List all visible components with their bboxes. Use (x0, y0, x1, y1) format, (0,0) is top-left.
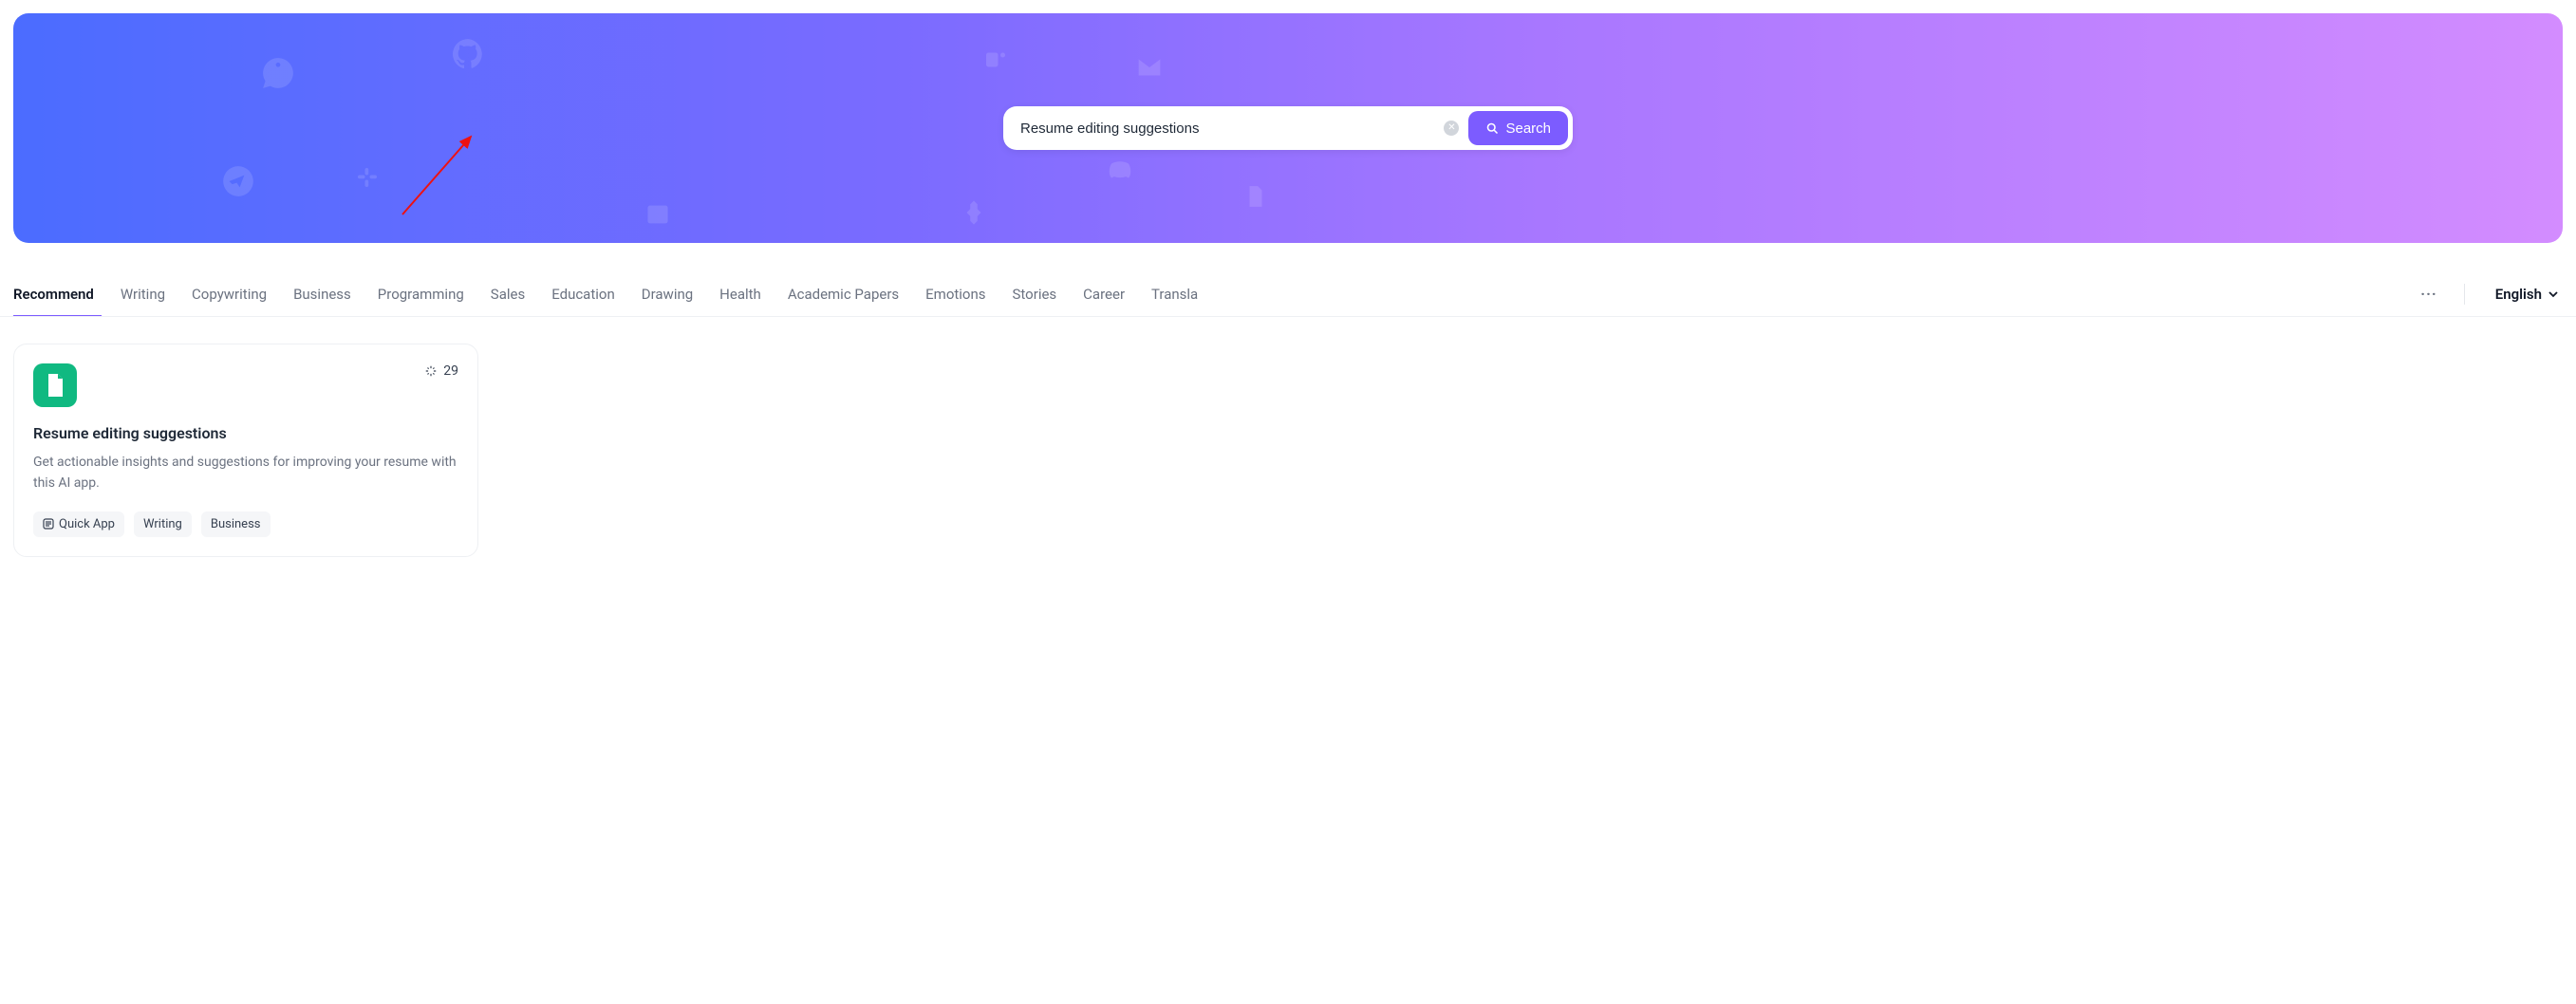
gmail-icon (1133, 51, 1166, 84)
card-description: Get actionable insights and suggestions … (33, 452, 458, 494)
tab-sales[interactable]: Sales (491, 272, 525, 316)
tag-writing: Writing (134, 511, 192, 537)
github-icon (450, 36, 486, 72)
search-icon (1485, 121, 1500, 136)
search-button[interactable]: Search (1468, 111, 1568, 145)
card-tags: Quick App Writing Business (33, 511, 458, 537)
card-title: Resume editing suggestions (33, 424, 458, 442)
close-icon: ✕ (1447, 123, 1455, 133)
slack-icon (353, 163, 382, 192)
card-header: 29 (33, 363, 458, 407)
tab-stories[interactable]: Stories (1013, 272, 1057, 316)
openai-icon (960, 198, 988, 227)
more-tabs-button[interactable]: ··· (2420, 271, 2436, 316)
tag-label: Business (211, 517, 261, 531)
discord-icon (1103, 154, 1137, 188)
sheets-icon (1243, 182, 1268, 211)
tag-quick-app: Quick App (33, 511, 124, 537)
annotation-arrow (393, 121, 488, 226)
tab-programming[interactable]: Programming (378, 272, 464, 316)
tab-business[interactable]: Business (293, 272, 351, 316)
hero-banner: ✕ Search (13, 13, 2563, 243)
category-tabs: Recommend Writing Copywriting Business P… (13, 272, 2394, 316)
language-label: English (2495, 286, 2542, 303)
tab-drawing[interactable]: Drawing (642, 272, 693, 316)
tag-label: Quick App (59, 517, 115, 531)
document-icon (33, 363, 77, 407)
usage-count: 29 (424, 363, 458, 379)
category-row: Recommend Writing Copywriting Business P… (0, 271, 2576, 317)
tab-career[interactable]: Career (1083, 272, 1125, 316)
tab-copywriting[interactable]: Copywriting (192, 272, 267, 316)
language-select[interactable]: English (2492, 272, 2563, 316)
tab-recommend[interactable]: Recommend (13, 272, 94, 316)
tab-education[interactable]: Education (551, 272, 615, 316)
tab-health[interactable]: Health (719, 272, 761, 316)
tab-writing[interactable]: Writing (121, 272, 165, 316)
tab-translate[interactable]: Transla (1151, 272, 1198, 316)
chevron-down-icon (2548, 288, 2559, 300)
tab-academic-papers[interactable]: Academic Papers (788, 272, 899, 316)
search-bar: ✕ Search (1003, 106, 1573, 150)
search-input[interactable] (1020, 121, 1434, 137)
teams-icon (981, 46, 1010, 74)
telegram-icon (220, 163, 256, 199)
excel-icon (644, 201, 671, 228)
divider (2464, 284, 2465, 305)
search-button-label: Search (1505, 121, 1551, 137)
clear-button[interactable]: ✕ (1444, 121, 1459, 136)
app-icon (43, 518, 54, 530)
tag-business: Business (201, 511, 271, 537)
tab-emotions[interactable]: Emotions (925, 272, 985, 316)
whatsapp-icon (260, 55, 296, 91)
count-value: 29 (443, 363, 458, 379)
tag-label: Writing (143, 517, 182, 531)
app-card[interactable]: 29 Resume editing suggestions Get action… (13, 344, 478, 557)
results-grid: 29 Resume editing suggestions Get action… (0, 317, 2576, 584)
sparkle-icon (424, 364, 438, 378)
